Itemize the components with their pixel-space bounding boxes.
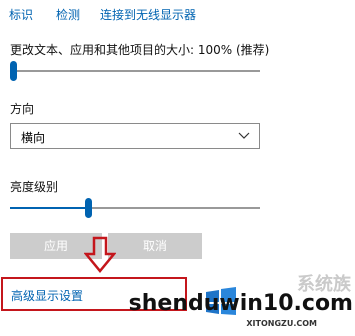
detect-link[interactable]: 检测 xyxy=(56,6,80,23)
brightness-slider-fill xyxy=(10,207,85,209)
annotation-arrow-icon xyxy=(84,236,116,273)
connect-wireless-display-link[interactable]: 连接到无线显示器 xyxy=(100,6,196,23)
brightness-slider-track xyxy=(92,207,260,209)
watermark-brand: shenduwin10.com xyxy=(128,291,353,316)
brightness-slider-thumb[interactable] xyxy=(85,198,92,218)
scale-slider[interactable] xyxy=(10,60,260,82)
advanced-display-settings-link[interactable]: 高级显示设置 xyxy=(11,287,83,304)
watermark-sub: XITONGZU.COM xyxy=(246,319,317,328)
cancel-button[interactable]: 取消 xyxy=(108,233,202,259)
orientation-dropdown[interactable]: 横向 xyxy=(10,123,260,149)
scale-label: 更改文本、应用和其他项目的大小: 100% (推荐) xyxy=(10,43,270,57)
identify-link[interactable]: 标识 xyxy=(9,6,33,23)
chevron-down-icon xyxy=(238,132,250,139)
brightness-slider[interactable] xyxy=(10,197,260,219)
brightness-label: 亮度级别 xyxy=(10,180,59,194)
scale-slider-thumb[interactable] xyxy=(10,61,17,81)
scale-slider-track xyxy=(10,70,260,72)
orientation-selected-value: 横向 xyxy=(21,131,46,145)
orientation-label: 方向 xyxy=(10,102,35,116)
